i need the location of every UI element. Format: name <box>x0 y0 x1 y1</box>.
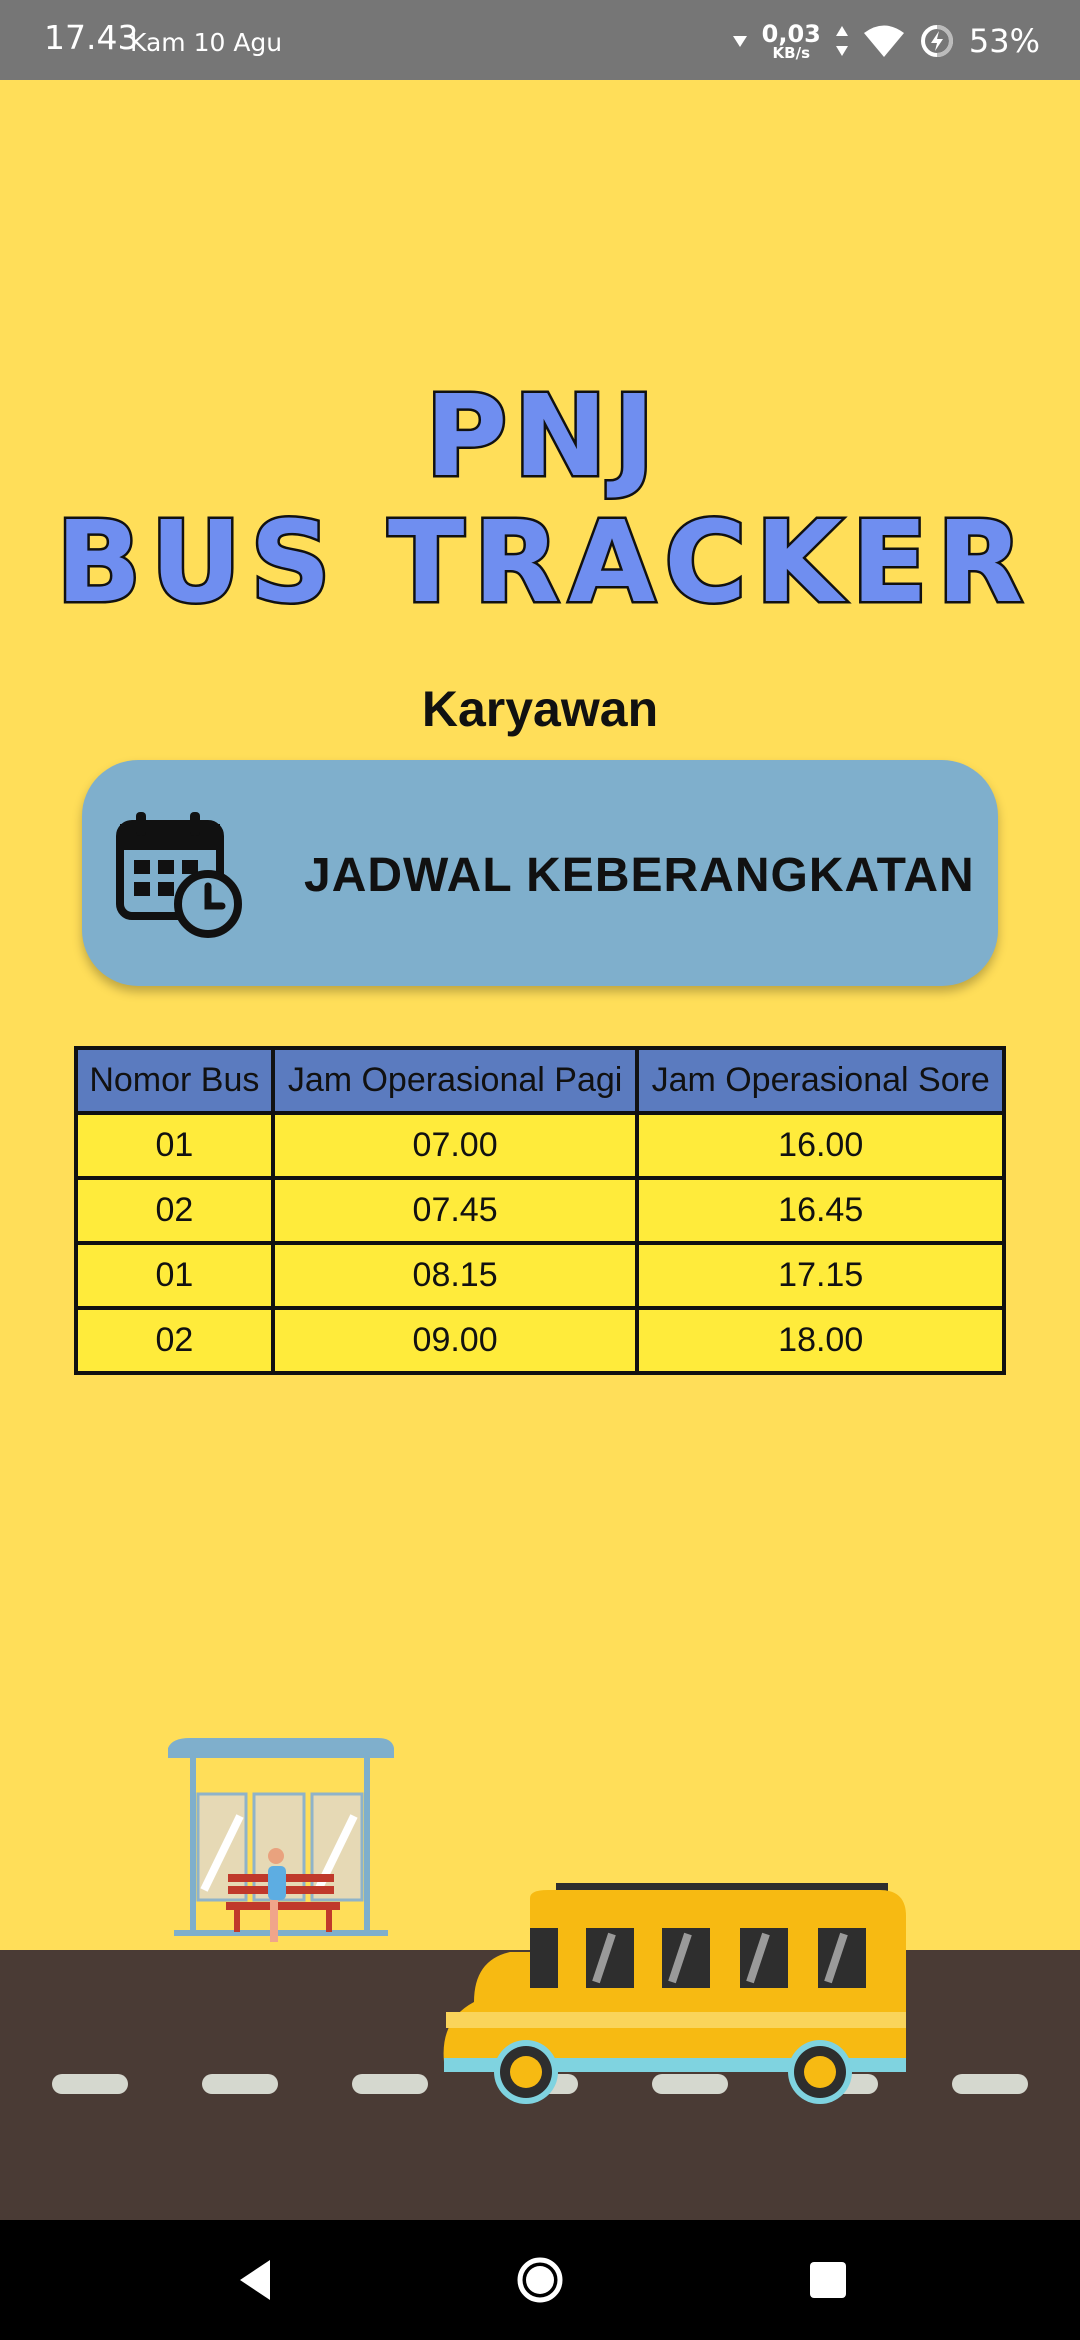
cell-afternoon-time: 16.00 <box>635 1111 1006 1180</box>
data-arrows-icon <box>835 26 848 56</box>
status-bar: 17.43 Kam 10 Agu 0,03 KB/s 53% <box>0 0 1080 80</box>
battery-charging-icon <box>920 25 953 57</box>
network-speed: 0,03 KB/s <box>762 22 821 61</box>
cell-afternoon-time: 18.00 <box>635 1306 1006 1375</box>
cell-bus-number: 02 <box>74 1176 275 1245</box>
wifi-signal-icon <box>732 36 747 47</box>
back-icon[interactable] <box>222 2250 282 2310</box>
bus-scene-illustration <box>0 1738 1080 2220</box>
network-speed-value: 0,03 <box>761 19 821 48</box>
schedule-button-label: JADWAL KEBERANGKATAN <box>304 849 975 902</box>
cell-morning-time: 07.00 <box>270 1111 640 1180</box>
cell-morning-time: 07.45 <box>270 1176 640 1245</box>
battery-percentage: 53% <box>968 22 1040 60</box>
app-title-line1: PNJ <box>423 372 661 502</box>
cell-morning-time: 08.15 <box>270 1241 640 1310</box>
cell-bus-number: 02 <box>74 1306 275 1375</box>
column-header-afternoon-hours: Jam Operasional Sore <box>635 1046 1006 1115</box>
table-row: 02 07.45 16.45 <box>74 1176 1006 1245</box>
school-bus <box>443 1883 906 2104</box>
calendar-clock-icon <box>116 812 242 938</box>
column-header-bus-number: Nomor Bus <box>74 1046 275 1115</box>
cell-bus-number: 01 <box>74 1241 275 1310</box>
user-role-label: Karyawan <box>421 681 659 737</box>
bus-stop <box>168 1738 394 1942</box>
cell-morning-time: 09.00 <box>270 1306 640 1375</box>
status-time: 17.43 <box>44 18 139 57</box>
app-title: PNJ BUS TRACKER <box>0 372 1080 631</box>
table-row: 01 08.15 17.15 <box>74 1241 1006 1310</box>
cell-bus-number: 01 <box>74 1111 275 1180</box>
navigation-bar <box>0 2220 1080 2340</box>
status-date: Kam 10 Agu <box>130 28 283 57</box>
status-icons: 0,03 KB/s 53% <box>732 16 1040 66</box>
recents-icon[interactable] <box>798 2250 858 2310</box>
app-title-line2: BUS TRACKER <box>53 496 1033 631</box>
table-header-row: Nomor Bus Jam Operasional Pagi Jam Opera… <box>74 1046 1006 1115</box>
column-header-morning-hours: Jam Operasional Pagi <box>270 1046 640 1115</box>
cell-afternoon-time: 17.15 <box>635 1241 1006 1310</box>
schedule-table: Nomor Bus Jam Operasional Pagi Jam Opera… <box>74 1046 1006 1375</box>
network-speed-unit: KB/s <box>772 43 810 62</box>
table-row: 01 07.00 16.00 <box>74 1111 1006 1180</box>
wifi-icon <box>863 25 904 57</box>
home-icon[interactable] <box>510 2250 570 2310</box>
table-row: 02 09.00 18.00 <box>74 1306 1006 1375</box>
cell-afternoon-time: 16.45 <box>635 1176 1006 1245</box>
schedule-button[interactable]: JADWAL KEBERANGKATAN <box>82 760 998 986</box>
